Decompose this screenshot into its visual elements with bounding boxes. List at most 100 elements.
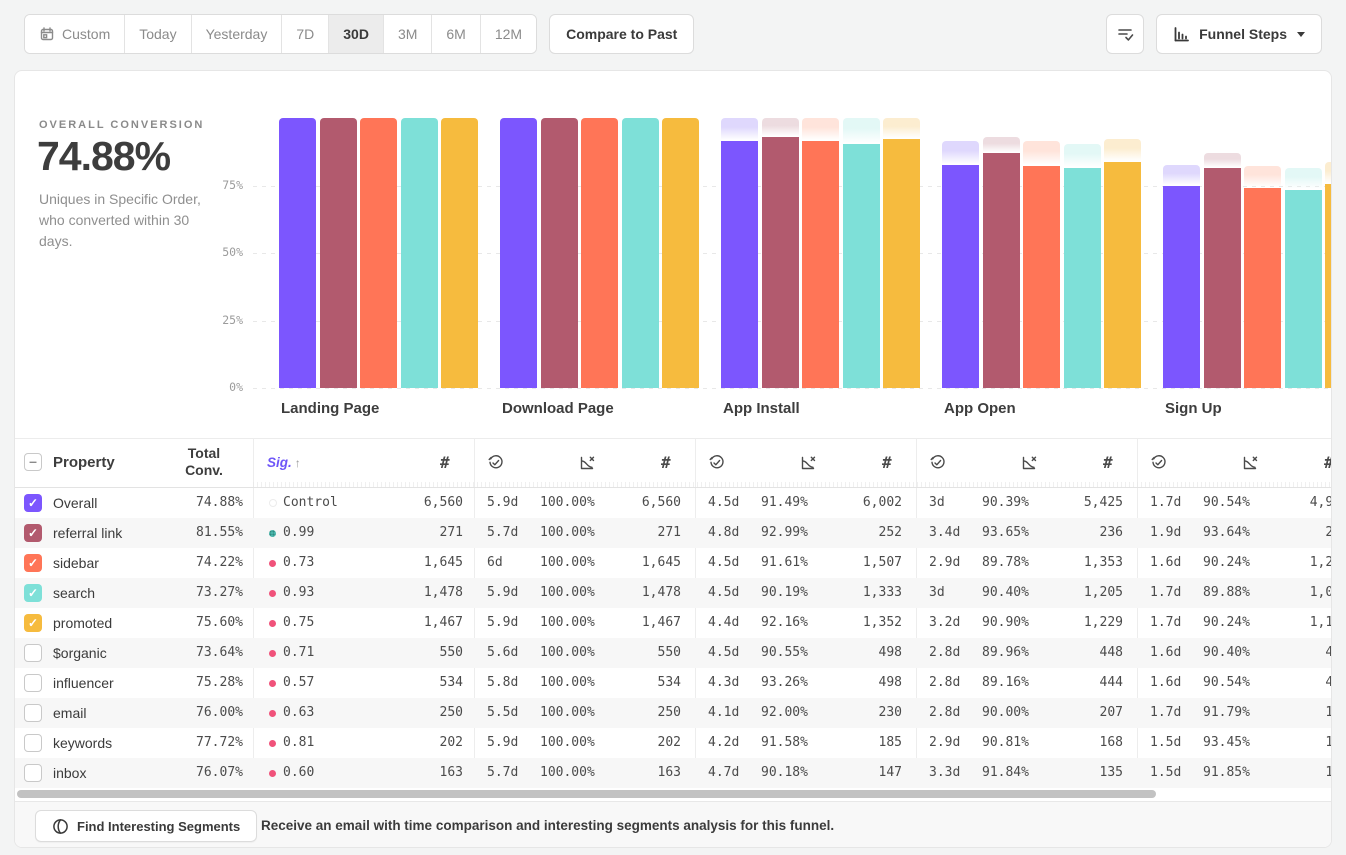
funnel-bar[interactable] (1104, 162, 1141, 388)
y-axis-tick: 50% (193, 245, 243, 259)
property-column-header: Property (53, 438, 115, 487)
step-count: 1,467 (355, 608, 463, 638)
funnel-bar[interactable] (401, 118, 438, 388)
funnel-bar[interactable] (360, 118, 397, 388)
funnel-bar[interactable] (581, 118, 618, 388)
funnel-bar[interactable] (662, 118, 699, 388)
funnel-bar[interactable] (541, 118, 578, 388)
horizontal-scrollbar[interactable] (17, 790, 1156, 798)
funnel-bar[interactable] (1244, 188, 1281, 388)
row-checkbox[interactable] (24, 674, 42, 692)
step-count: 6,002 (795, 488, 902, 518)
row-checkbox[interactable]: ✓ (24, 554, 42, 572)
funnel-bar[interactable] (1064, 168, 1101, 388)
avg-time-to-convert: 4.2d (708, 728, 739, 758)
funnel-bar[interactable] (1285, 190, 1322, 388)
date-range-3m[interactable]: 3M (384, 15, 432, 53)
row-checkbox[interactable]: ✓ (24, 584, 42, 602)
significance-value: 0.93 (283, 578, 314, 608)
row-checkbox[interactable]: ✓ (24, 494, 42, 512)
y-axis-tick: 25% (193, 313, 243, 327)
find-interesting-segments-button[interactable]: Find Interesting Segments (35, 810, 257, 842)
bar-chart-icon (1173, 25, 1191, 43)
significance-value: 0.75 (283, 608, 314, 638)
date-range-custom[interactable]: Custom (25, 15, 125, 53)
funnel-bar[interactable] (721, 141, 758, 388)
avg-time-to-convert: 1.5d (1150, 758, 1181, 788)
funnel-bar[interactable] (441, 118, 478, 388)
row-checkbox[interactable] (24, 764, 42, 782)
bar-dropoff-cap (942, 141, 979, 165)
funnel-bar[interactable] (279, 118, 316, 388)
total-conversion-value: 75.28% (155, 668, 243, 698)
funnel-bar[interactable] (843, 144, 880, 388)
date-range-30d[interactable]: 30D (329, 15, 384, 53)
date-range-6m[interactable]: 6M (432, 15, 480, 53)
row-checkbox[interactable]: ✓ (24, 614, 42, 632)
funnel-bar[interactable] (1023, 166, 1060, 388)
bar-dropoff-cap (983, 137, 1020, 153)
avg-time-to-convert: 1.5d (1150, 728, 1181, 758)
significance-column-header[interactable]: Sig.↑ (267, 438, 301, 487)
step-count: 498 (795, 638, 902, 668)
select-all-checkbox[interactable]: – (24, 453, 42, 471)
date-range-today[interactable]: Today (125, 15, 191, 53)
funnel-bar[interactable] (762, 137, 799, 388)
avg-time-to-convert: 1.6d (1150, 638, 1181, 668)
bar-dropoff-cap (762, 118, 799, 137)
toolbar: CustomTodayYesterday7D30D3M6M12M Compare… (24, 14, 1322, 54)
step-count: 6,560 (574, 488, 681, 518)
date-range-7d[interactable]: 7D (282, 15, 329, 53)
step-count: 163 (355, 758, 463, 788)
step-count: 4,91 (1237, 488, 1332, 518)
report-options-button[interactable] (1106, 14, 1144, 54)
time-to-convert-icon (929, 438, 946, 487)
property-name: promoted (53, 608, 112, 638)
table-top-border (15, 438, 1331, 439)
significance-marker (269, 560, 276, 567)
step-label: Download Page (502, 400, 614, 417)
date-range-12m[interactable]: 12M (481, 15, 536, 53)
step-count: 19 (1237, 698, 1332, 728)
significance-marker (269, 620, 276, 627)
date-range-control: CustomTodayYesterday7D30D3M6M12M (24, 14, 537, 54)
row-checkbox[interactable] (24, 644, 42, 662)
date-range-yesterday[interactable]: Yesterday (192, 15, 283, 53)
avg-time-to-convert: 1.7d (1150, 578, 1181, 608)
step-count: 163 (574, 758, 681, 788)
avg-time-to-convert: 4.8d (708, 518, 739, 548)
funnel-bar[interactable] (500, 118, 537, 388)
time-to-convert-icon (1150, 438, 1167, 487)
avg-time-to-convert: 5.9d (487, 578, 518, 608)
funnel-bar[interactable] (1325, 184, 1332, 388)
step-count: 534 (574, 668, 681, 698)
funnel-bar[interactable] (802, 141, 839, 388)
row-checkbox[interactable]: ✓ (24, 524, 42, 542)
funnel-bar[interactable] (883, 139, 920, 388)
funnel-bar[interactable] (622, 118, 659, 388)
compare-to-past-button[interactable]: Compare to Past (549, 14, 694, 54)
row-checkbox[interactable] (24, 704, 42, 722)
property-name: influencer (53, 668, 114, 698)
funnel-bar[interactable] (1163, 186, 1200, 388)
bar-dropoff-cap (1244, 166, 1281, 188)
conversion-rate-icon (799, 438, 817, 487)
avg-time-to-convert: 5.7d (487, 758, 518, 788)
row-checkbox[interactable] (24, 734, 42, 752)
funnel-steps-dropdown[interactable]: Funnel Steps (1156, 14, 1322, 54)
property-name: sidebar (53, 548, 99, 578)
funnel-bar[interactable] (942, 165, 979, 388)
step-count: 5,425 (1016, 488, 1123, 518)
step-count: 1,10 (1237, 608, 1332, 638)
funnel-bar[interactable] (320, 118, 357, 388)
significance-value: 0.57 (283, 668, 314, 698)
avg-time-to-convert: 4.1d (708, 698, 739, 728)
step-count: 271 (355, 518, 463, 548)
funnel-bar[interactable] (983, 153, 1020, 388)
avg-time-to-convert: 3d (929, 578, 945, 608)
table-row: email76.00%0.632505.5d100.00%2504.1d92.0… (15, 698, 1331, 728)
avg-time-to-convert: 1.7d (1150, 608, 1181, 638)
funnel-bar[interactable] (1204, 168, 1241, 388)
avg-time-to-convert: 3.3d (929, 758, 960, 788)
total-conversion-value: 75.60% (155, 608, 243, 638)
